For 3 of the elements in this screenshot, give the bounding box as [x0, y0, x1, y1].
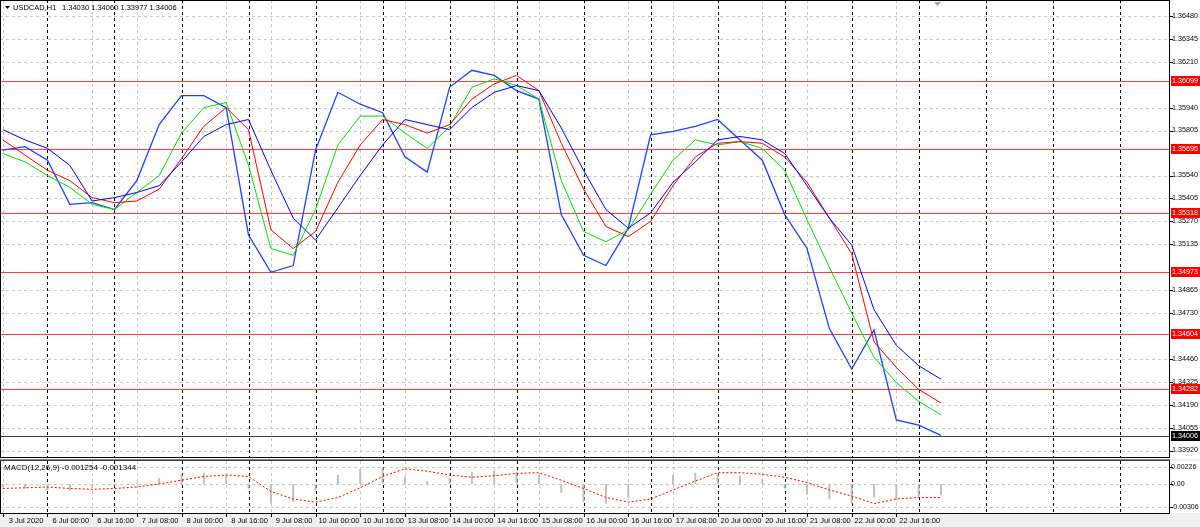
indicator-title: MACD(12,26,9) -0.001254 -0.001344	[4, 463, 137, 473]
triangle-icon	[934, 2, 941, 6]
caret-icon	[5, 6, 10, 9]
